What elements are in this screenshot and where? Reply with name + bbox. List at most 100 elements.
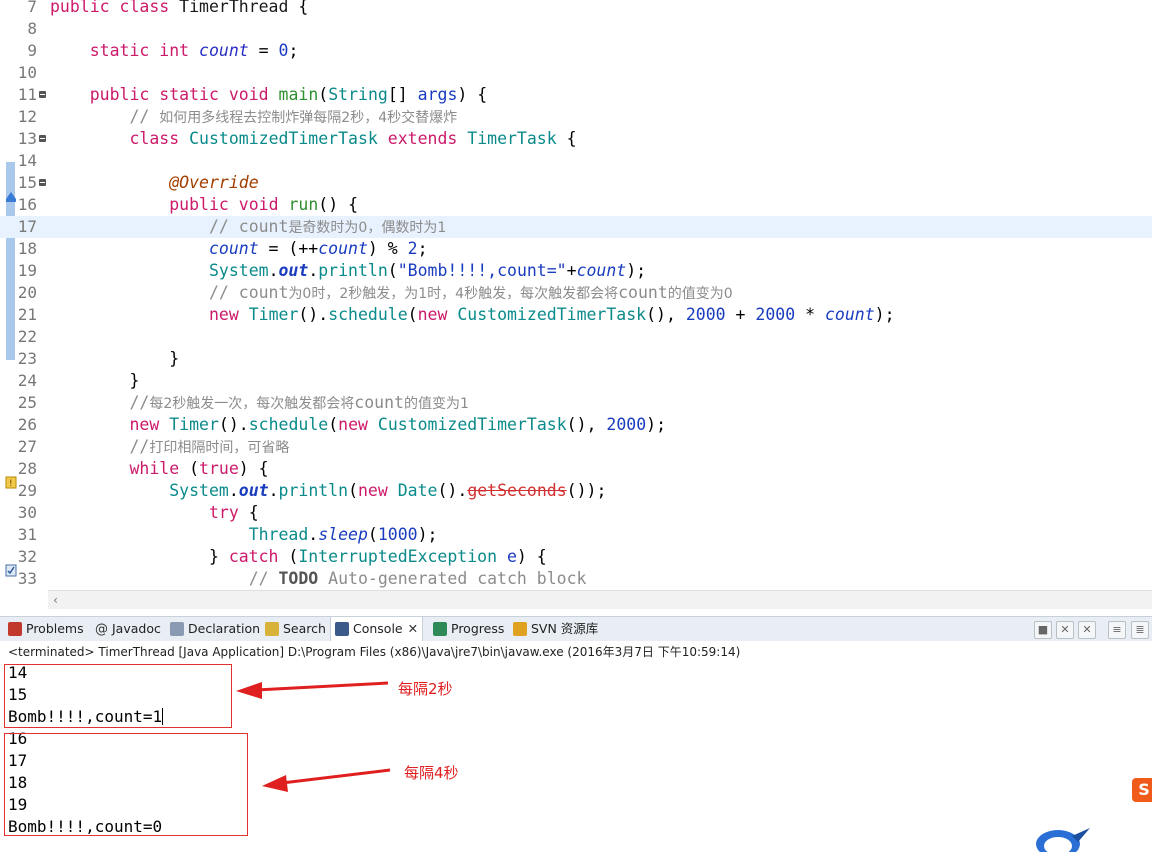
code-line[interactable]: 21 new Timer().schedule(new CustomizedTi…	[0, 304, 1152, 326]
line-number: 26	[17, 415, 37, 434]
code-line[interactable]: 25 //每2秒触发一次，每次触发都会将count的值变为1	[0, 392, 1152, 414]
remove-launch-icon[interactable]: ✕	[1056, 621, 1074, 639]
code-line[interactable]: 7 public class TimerThread {	[0, 0, 1152, 18]
code-text: static int count = 0;	[89, 41, 299, 60]
code-line[interactable]: 30 try {	[0, 502, 1152, 524]
fold-toggle-icon[interactable]	[39, 91, 46, 98]
declaration-icon	[170, 622, 184, 636]
code-text: class CustomizedTimerTask extends TimerT…	[129, 129, 577, 148]
fold-toggle-icon[interactable]	[39, 179, 46, 186]
ime-logo-icon: S	[1132, 778, 1152, 802]
code-text: } catch (InterruptedException e) {	[50, 547, 547, 566]
code-text: new Timer().schedule(new CustomizedTimer…	[208, 305, 895, 324]
code-text: //每2秒触发一次，每次触发都会将count的值变为1	[129, 393, 469, 412]
bottom-view-tabbar: Problems @ Javadoc Declaration Search Con…	[0, 616, 1152, 642]
code-line[interactable]: 33 // TODO Auto-generated catch block	[0, 568, 1152, 590]
line-number: 31	[17, 525, 37, 544]
code-editor[interactable]: 7 public class TimerThread { 8 9 static int…	[0, 0, 1152, 590]
code-line[interactable]: 11 public static void main(String[] args…	[0, 84, 1152, 106]
svn-icon	[513, 622, 527, 636]
code-text: count = (++count) % 2;	[208, 239, 428, 258]
code-line[interactable]: 12 // 如何用多线程去控制炸弹每隔2秒，4秒交替爆炸	[0, 106, 1152, 128]
line-number: 23	[17, 349, 37, 368]
override-marker-icon	[5, 188, 17, 202]
code-text: try {	[208, 503, 259, 522]
code-text: public static void main(String[] args) {	[89, 85, 488, 104]
code-line[interactable]: 32 } catch (InterruptedException e) {	[0, 546, 1152, 568]
code-line[interactable]: 14	[0, 150, 1152, 172]
console-status-line: <terminated> TimerThread [Java Applicati…	[8, 645, 741, 659]
annotation-box-2s	[4, 664, 232, 728]
code-line[interactable]: 27 //打印相隔时间，可省略	[0, 436, 1152, 458]
line-number: 12	[17, 107, 37, 126]
code-text: public class TimerThread {	[50, 0, 309, 16]
tab-problems[interactable]: Problems	[8, 617, 84, 641]
code-line[interactable]: 8	[0, 18, 1152, 40]
scroll-left-icon[interactable]: ‹	[52, 593, 59, 607]
line-number: 30	[17, 503, 37, 522]
code-line[interactable]: 31 Thread.sleep(1000);	[0, 524, 1152, 546]
line-number: 7	[27, 0, 37, 16]
line-number: 17	[17, 217, 37, 236]
code-line[interactable]: 24 }	[0, 370, 1152, 392]
code-line[interactable]: 18 count = (++count) % 2;	[0, 238, 1152, 260]
code-line[interactable]: 10	[0, 62, 1152, 84]
code-line[interactable]: 13 class CustomizedTimerTask extends Tim…	[0, 128, 1152, 150]
line-number: 18	[17, 239, 37, 258]
annotation-box-4s	[4, 733, 248, 836]
close-icon[interactable]: ✕	[408, 621, 418, 636]
fold-toggle-icon[interactable]	[39, 135, 46, 142]
tab-console[interactable]: Console ✕	[330, 617, 424, 641]
scroll-lock-icon[interactable]: ≡	[1108, 621, 1126, 639]
todo-task-icon	[5, 562, 17, 577]
code-text: // 如何用多线程去控制炸弹每隔2秒，4秒交替爆炸	[129, 107, 458, 126]
code-text: System.out.println("Bomb!!!!,count="+cou…	[208, 261, 647, 280]
code-text: while (true) {	[129, 459, 269, 478]
code-line[interactable]: 16 public void run() {	[0, 194, 1152, 216]
code-line[interactable]: 26 new Timer().schedule(new CustomizedTi…	[0, 414, 1152, 436]
code-text: new Timer().schedule(new CustomizedTimer…	[129, 415, 667, 434]
code-text: @Override	[169, 173, 259, 192]
code-line[interactable]: 20 // count为0时，2秒触发，为1时，4秒触发，每次触发都会将coun…	[0, 282, 1152, 304]
remove-all-icon[interactable]: ✕	[1078, 621, 1096, 639]
line-number: 22	[17, 327, 37, 346]
tab-javadoc[interactable]: @ Javadoc	[95, 617, 161, 641]
annotation-label-2s: 每隔2秒	[398, 680, 453, 698]
code-line[interactable]: 19 System.out.println("Bomb!!!!,count="+…	[0, 260, 1152, 282]
code-text: }	[50, 349, 180, 368]
tab-search[interactable]: Search	[265, 617, 326, 641]
progress-icon	[433, 622, 447, 636]
code-line[interactable]: 15 @Override	[0, 172, 1152, 194]
code-line[interactable]: 23 }	[0, 348, 1152, 370]
problems-icon	[8, 622, 22, 636]
tab-declaration[interactable]: Declaration	[170, 617, 260, 641]
code-line[interactable]: 29 System.out.println(new Date().getSeco…	[0, 480, 1152, 502]
line-number: 27	[17, 437, 37, 456]
svg-text:!: !	[9, 479, 13, 489]
line-number: 13	[17, 129, 37, 148]
code-line[interactable]: 9 static int count = 0;	[0, 40, 1152, 62]
floating-mascot-icon	[1030, 822, 1090, 856]
tab-progress[interactable]: Progress	[433, 617, 504, 641]
line-number: 9	[27, 41, 37, 60]
code-line[interactable]: 28 while (true) {	[0, 458, 1152, 480]
line-number: 10	[17, 63, 37, 82]
line-number: 14	[17, 151, 37, 170]
javadoc-icon: @	[95, 622, 108, 637]
code-text: // count为0时，2秒触发，为1时，4秒触发，每次触发都会将count的值…	[208, 283, 733, 302]
code-text: public void run() {	[169, 195, 359, 214]
code-line[interactable]: 17 // count是奇数时为0，偶数时为1	[0, 216, 1152, 238]
line-number: 11	[17, 85, 37, 104]
tab-svn[interactable]: SVN 资源库	[513, 617, 598, 641]
line-number: 20	[17, 283, 37, 302]
console-icon	[335, 622, 349, 636]
horizontal-scrollbar[interactable]: ‹	[48, 590, 1152, 609]
search-icon	[265, 622, 279, 636]
line-number: 21	[17, 305, 37, 324]
code-text: // count是奇数时为0，偶数时为1	[208, 217, 447, 236]
word-wrap-icon[interactable]: ≣	[1131, 621, 1149, 639]
warning-icon: !	[5, 474, 17, 489]
code-line[interactable]: 22	[0, 326, 1152, 348]
terminate-icon[interactable]: ■	[1034, 621, 1052, 639]
line-number: 19	[17, 261, 37, 280]
